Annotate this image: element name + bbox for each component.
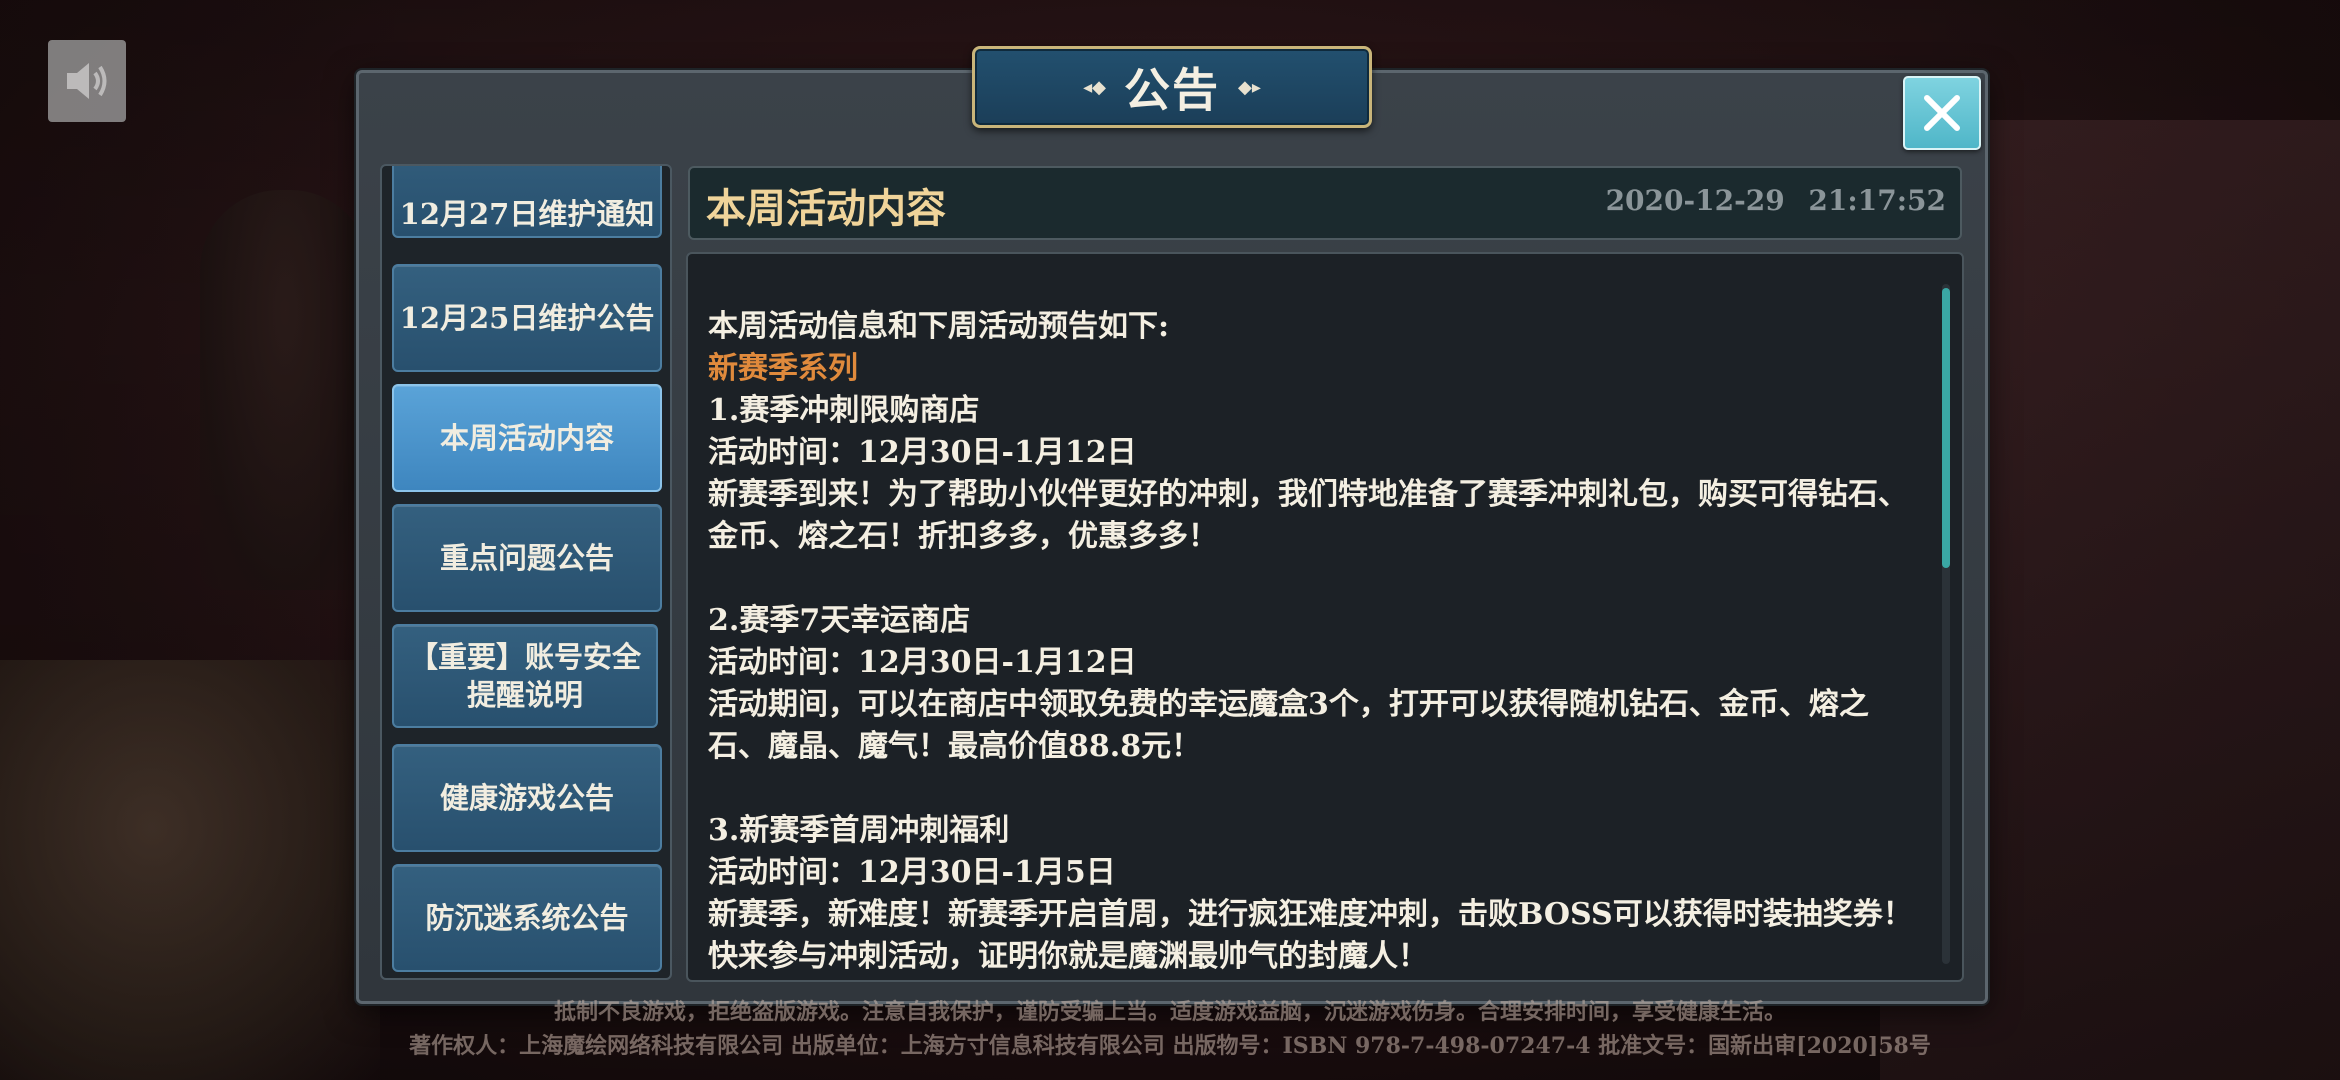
ornament-left-icon: ◂◆ [1083, 76, 1106, 98]
article-date: 2020-12-29 21:17:52 [1605, 184, 1946, 217]
article-line: 活动时间：12月30日-1月12日 [708, 645, 1137, 680]
article-line: 2.赛季7天幸运商店 [708, 603, 971, 638]
announcement-list[interactable]: 12月27日维护通知 12月25日维护公告 本周活动内容 重点问题公告 【重要】… [380, 164, 672, 980]
article-content[interactable]: 本周活动信息和下周活动预告如下: 新赛季系列 1.赛季冲刺限购商店 活动时间：1… [686, 252, 1964, 982]
article-line: 新赛季，新难度！新赛季开启首周，进行疯狂难度冲刺，击败BOSS可以获得时装抽奖券… [708, 897, 1913, 974]
article-body: 本周活动信息和下周活动预告如下: 新赛季系列 1.赛季冲刺限购商店 活动时间：1… [708, 306, 1928, 978]
ornament-right-icon: ◆▸ [1238, 76, 1261, 98]
close-button[interactable] [1903, 76, 1981, 150]
article-header: 本周活动内容 2020-12-29 21:17:52 [688, 166, 1962, 240]
sidebar-item-account-security[interactable]: 【重要】账号安全提醒说明 [392, 624, 658, 728]
dialog-title-plate: ◂◆ 公告 ◆▸ [972, 46, 1372, 128]
scrollbar-thumb[interactable] [1942, 288, 1950, 568]
sidebar-item-anti-addiction[interactable]: 防沉迷系统公告 [392, 864, 662, 972]
footer-copyright: 著作权人：上海魔绘网络科技有限公司 出版单位：上海方寸信息科技有限公司 出版物号… [409, 1033, 1931, 1059]
background-hooded-figure [200, 190, 370, 590]
speaker-icon [67, 63, 107, 99]
article-line: 1.赛季冲刺限购商店 [708, 393, 980, 428]
article-line: 活动时间：12月30日-1月12日 [708, 435, 1137, 470]
sidebar-item-weekly-events[interactable]: 本周活动内容 [392, 384, 662, 492]
article-title: 本周活动内容 [706, 185, 946, 232]
dialog-title: 公告 [1124, 63, 1220, 117]
article-line: 活动时间：12月30日-1月5日 [708, 855, 1116, 890]
article-line: 本周活动信息和下周活动预告如下: [708, 309, 1170, 344]
sidebar-item-maintenance-1225[interactable]: 12月25日维护公告 [392, 264, 662, 372]
sidebar-item-healthy-gaming[interactable]: 健康游戏公告 [392, 744, 662, 852]
sidebar-item-maintenance-1227[interactable]: 12月27日维护通知 [392, 166, 662, 238]
article-line: 3.新赛季首周冲刺福利 [708, 813, 1010, 848]
article-line: 新赛季到来！为了帮助小伙伴更好的冲刺，我们特地准备了赛季冲刺礼包，购买可得钻石、… [708, 477, 1908, 554]
article-section-heading: 新赛季系列 [708, 351, 858, 386]
close-icon [1924, 95, 1960, 131]
sound-toggle-button[interactable] [48, 40, 126, 122]
article-line: 活动期间，可以在商店中领取免费的幸运魔盒3个，打开可以获得随机钻石、金币、熔之石… [708, 687, 1869, 764]
footer-health-notice: 抵制不良游戏，拒绝盗版游戏。注意自我保护，谨防受骗上当。适度游戏益脑，沉迷游戏伤… [553, 999, 1786, 1025]
sidebar-item-key-issues[interactable]: 重点问题公告 [392, 504, 662, 612]
